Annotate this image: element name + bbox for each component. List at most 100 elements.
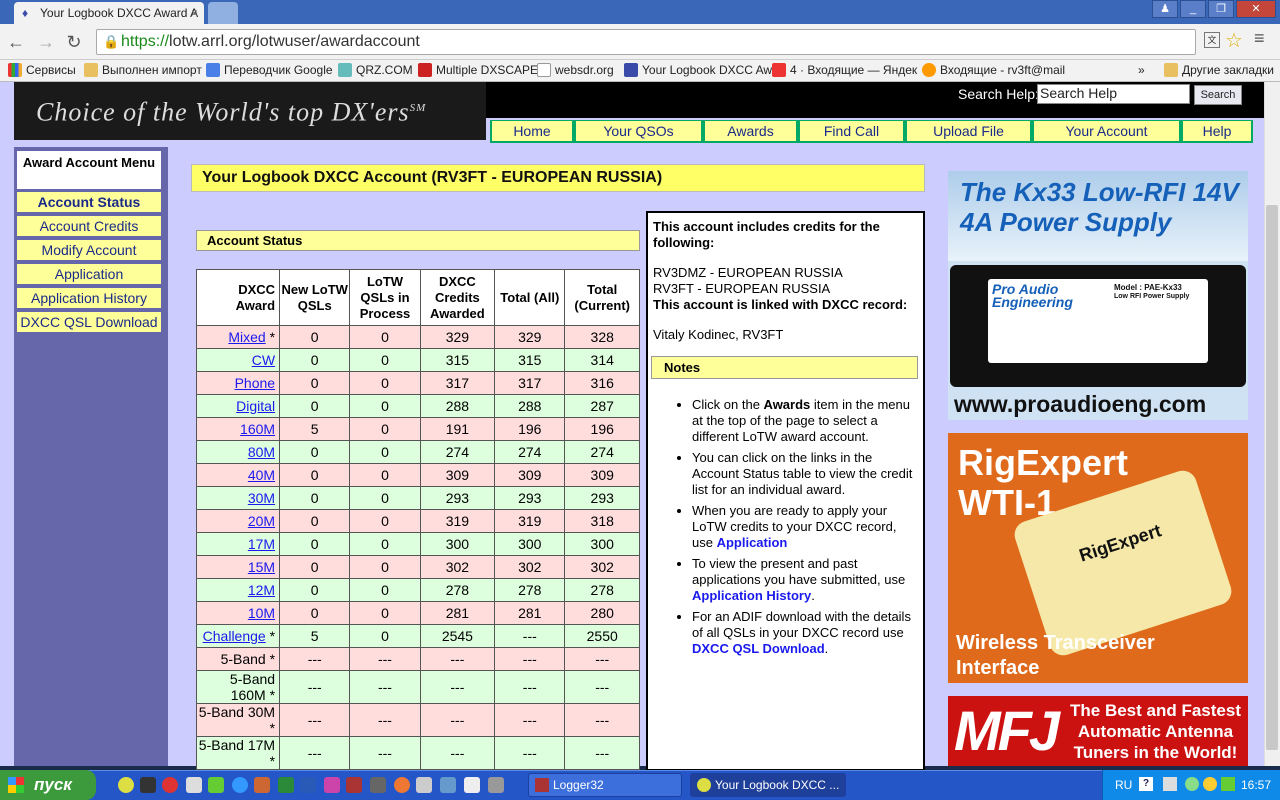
close-window-icon[interactable]: ✕ [1236, 0, 1276, 18]
search-input[interactable]: Search Help [1037, 84, 1190, 104]
tray-network-icon[interactable] [1221, 777, 1235, 791]
note-link[interactable]: Application History [692, 588, 811, 603]
back-icon[interactable]: ← [4, 30, 28, 54]
ie-icon[interactable] [232, 777, 248, 793]
award-link[interactable]: Mixed [228, 329, 265, 345]
task-logger32[interactable]: Logger32 [528, 773, 682, 797]
value-cell: 300 [564, 532, 640, 556]
bookmark-imported[interactable]: Выполнен импорт [84, 63, 202, 77]
translate-icon[interactable]: 文 [1204, 32, 1220, 48]
award-link[interactable]: 15M [248, 559, 275, 575]
app-icon[interactable] [140, 777, 156, 793]
forward-icon[interactable]: → [34, 30, 58, 54]
bookmark-yandex-mail[interactable]: 4 · Входящие — Яндек [772, 63, 917, 77]
award-link[interactable]: 30M [248, 490, 275, 506]
value-cell: 329 [419, 325, 496, 349]
network-icon[interactable] [440, 777, 456, 793]
award-link[interactable]: 40M [248, 467, 275, 483]
award-link[interactable]: 12M [248, 582, 275, 598]
firefox-icon[interactable] [394, 777, 410, 793]
tool-icon[interactable] [254, 777, 270, 793]
player-icon[interactable] [324, 777, 340, 793]
tab-active[interactable]: ♦ Your Logbook DXCC Award A × [14, 2, 204, 24]
note-link[interactable]: Application [717, 535, 788, 550]
sidebar-item-account-credits[interactable]: Account Credits [17, 216, 161, 236]
award-link[interactable]: 17M [248, 536, 275, 552]
bookmark-websdr[interactable]: websdr.org [537, 63, 614, 77]
sidebar-item-account-status[interactable]: Account Status [17, 192, 161, 212]
opera-icon[interactable] [162, 777, 178, 793]
note-link[interactable]: DXCC QSL Download [692, 641, 825, 656]
nav-upload-file[interactable]: Upload File [905, 120, 1032, 143]
bookmark-mail-ru[interactable]: Входящие - rv3ft@mail [922, 63, 1065, 77]
tray-volume-icon[interactable] [1203, 777, 1217, 791]
bookmark-star-icon[interactable]: ☆ [1225, 28, 1243, 53]
monitor-icon[interactable] [370, 777, 386, 793]
award-link[interactable]: 160M [240, 421, 275, 437]
bookmark-other[interactable]: Другие закладки [1164, 63, 1274, 77]
nav-help[interactable]: Help [1181, 120, 1253, 143]
nav-home[interactable]: Home [490, 120, 574, 143]
bookmarks-overflow[interactable]: » [1138, 63, 1145, 77]
task-chrome[interactable]: Your Logbook DXCC ... [690, 773, 846, 797]
language-indicator[interactable]: RU [1115, 770, 1132, 800]
value-cell: 274 [564, 440, 640, 464]
chrome-icon[interactable] [118, 777, 134, 793]
sidebar-item-application[interactable]: Application [17, 264, 161, 284]
menu-icon[interactable]: ≡ [1254, 28, 1265, 49]
ad-proaudio[interactable]: The Kx33 Low-RFI 14V 4A Power Supply Pro… [948, 171, 1248, 420]
award-link[interactable]: 10M [248, 605, 275, 621]
notepad-icon[interactable] [186, 777, 202, 793]
award-link[interactable]: Phone [235, 375, 275, 391]
close-tab-icon[interactable]: × [191, 2, 198, 24]
nav-your-qsos[interactable]: Your QSOs [574, 120, 703, 143]
sidebar-item-application-history[interactable]: Application History [17, 288, 161, 308]
bookmark-qrz[interactable]: QRZ.COM [338, 63, 413, 77]
butterfly-icon[interactable] [208, 777, 224, 793]
files-icon[interactable] [416, 777, 432, 793]
user-icon[interactable]: ♟ [1152, 0, 1178, 18]
maximize-icon[interactable]: ❐ [1208, 0, 1234, 18]
tray-status-icon[interactable] [1185, 777, 1199, 791]
bookmark-google-translate[interactable]: Переводчик Google [206, 63, 333, 77]
misc-icon[interactable] [488, 777, 504, 793]
minimize-icon[interactable]: _ [1180, 0, 1206, 18]
nav-awards[interactable]: Awards [703, 120, 798, 143]
new-tab-button[interactable] [208, 2, 238, 24]
award-link[interactable]: Digital [236, 398, 275, 414]
award-link[interactable]: Challenge [203, 628, 266, 644]
value-cell: --- [494, 670, 566, 704]
award-cell: 30M [195, 486, 281, 510]
nav-find-call[interactable]: Find Call [798, 120, 905, 143]
doc-icon[interactable] [464, 777, 480, 793]
bookmark-dxscape[interactable]: Multiple DXSCAPE [418, 63, 538, 77]
award-link[interactable]: CW [252, 352, 275, 368]
award-link[interactable]: 20M [248, 513, 275, 529]
start-button[interactable]: пуск [0, 770, 96, 800]
sidebar-item-dxcc-qsl-download[interactable]: DXCC QSL Download [17, 312, 161, 332]
bookmark-services[interactable]: Сервисы [8, 63, 76, 77]
award-label: 5-Band 160M [229, 671, 276, 703]
tray-app-icon[interactable] [1163, 777, 1177, 791]
table-row: 5-Band 160M * --- --- --- --- --- [195, 670, 640, 704]
award-link[interactable]: 80M [248, 444, 275, 460]
search-button[interactable]: Search [1194, 85, 1242, 105]
page-icon [537, 63, 551, 77]
excel-icon[interactable] [278, 777, 294, 793]
col-credits-awarded: DXCC Credits Awarded [419, 269, 496, 326]
bookmark-lotw[interactable]: Your Logbook DXCC Aw [624, 63, 772, 77]
word-icon[interactable] [300, 777, 316, 793]
table-row: Phone 0 0 317 317 316 [195, 371, 640, 395]
ad-mfj[interactable]: MFJ The Best and Fastest Automatic Anten… [948, 696, 1248, 766]
sidebar-item-modify-account[interactable]: Modify Account [17, 240, 161, 260]
ad-rigexpert[interactable]: RigExpert WTI-1 RigExpert Wireless Trans… [948, 433, 1248, 683]
help-icon[interactable]: ? [1139, 777, 1153, 791]
value-cell: 319 [419, 509, 496, 533]
logger-icon[interactable] [346, 777, 362, 793]
address-bar[interactable]: 🔒 https://lotw.arrl.org/lotwuser/awardac… [96, 29, 1196, 55]
reload-icon[interactable]: ↻ [62, 30, 86, 54]
scrollbar-thumb[interactable] [1266, 205, 1278, 750]
nav-your-account[interactable]: Your Account [1032, 120, 1181, 143]
value-cell: --- [349, 670, 421, 704]
value-cell: 302 [564, 555, 640, 579]
